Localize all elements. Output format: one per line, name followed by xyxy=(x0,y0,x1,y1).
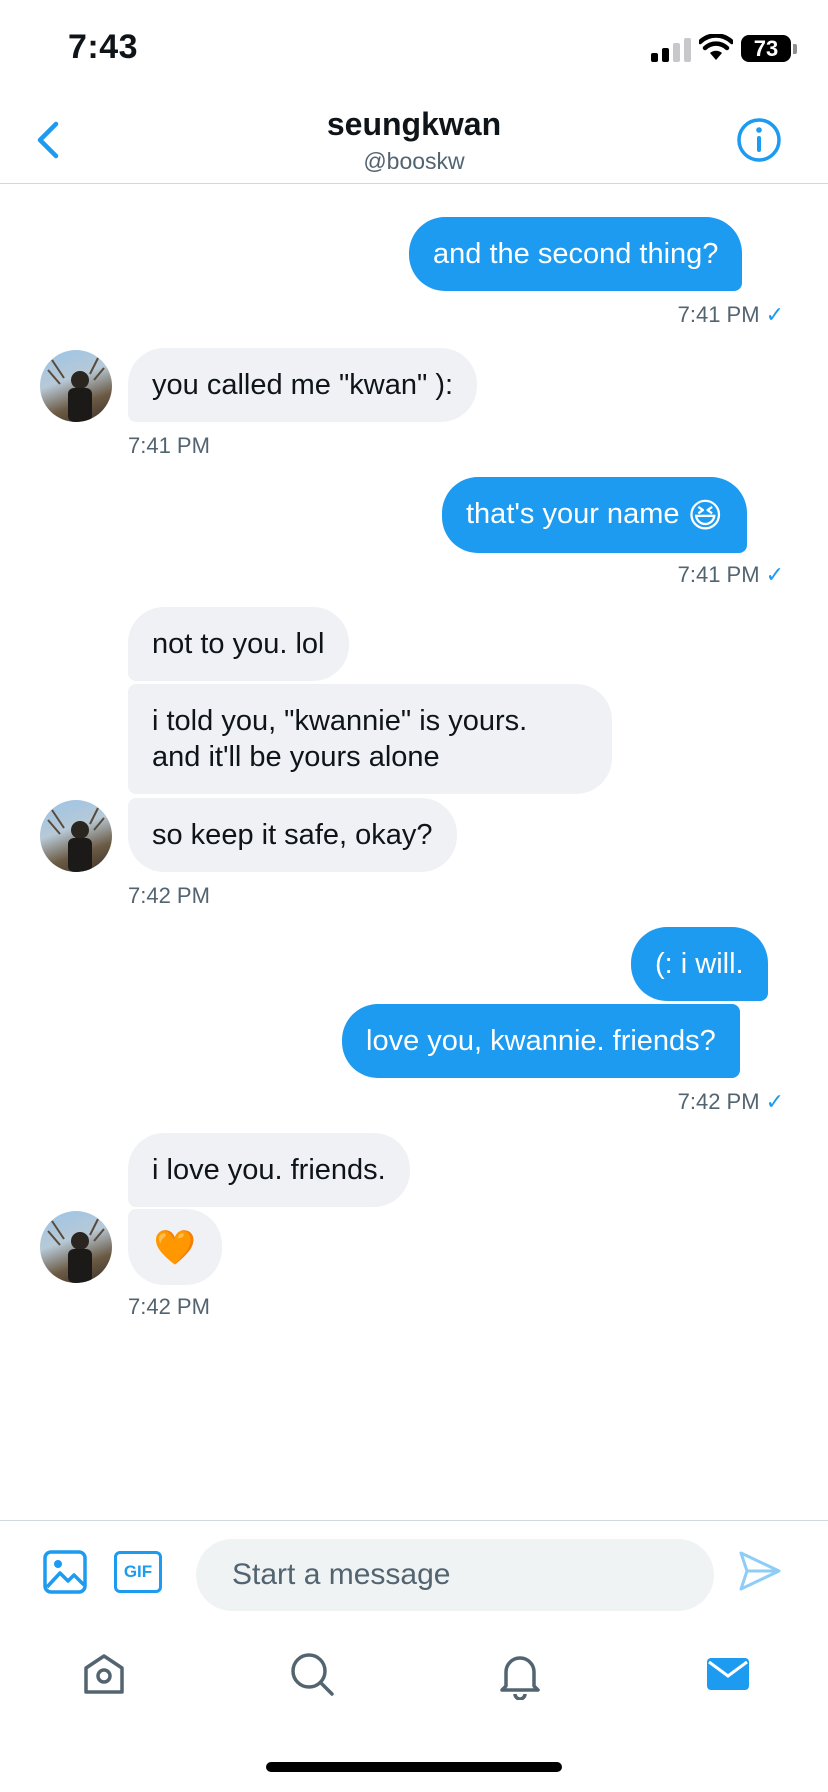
conversation-handle: @booskw xyxy=(363,148,465,174)
outgoing-message[interactable]: and the second thing? xyxy=(409,217,743,291)
read-check-icon: ✓ xyxy=(765,302,784,327)
incoming-message[interactable]: you called me "kwan" ): xyxy=(128,348,478,422)
home-indicator[interactable] xyxy=(266,1762,562,1772)
tab-bar xyxy=(0,1628,828,1718)
avatar-image xyxy=(47,807,105,872)
send-icon[interactable] xyxy=(738,1549,782,1593)
message-text: that's your name xyxy=(466,498,680,530)
gif-icon[interactable]: GIF xyxy=(114,1551,162,1593)
battery-icon: 73 xyxy=(741,35,791,62)
incoming-message[interactable]: not to you. lol xyxy=(128,607,349,681)
message-timestamp: 7:42 PM xyxy=(128,1294,210,1319)
avatar-image xyxy=(47,1218,105,1283)
battery-level: 73 xyxy=(753,35,779,61)
conversation-title[interactable]: seungkwan xyxy=(0,106,828,143)
timestamp-text: 7:41 PM xyxy=(677,302,760,327)
wifi-icon xyxy=(699,34,733,60)
home-icon[interactable] xyxy=(78,1648,130,1700)
conversation-header: seungkwan @booskw xyxy=(0,96,828,184)
message-line: i told you, "kwannie" is yours. xyxy=(152,705,528,737)
read-check-icon: ✓ xyxy=(765,562,784,587)
read-check-icon: ✓ xyxy=(765,1089,784,1114)
message-input[interactable] xyxy=(196,1539,714,1611)
incoming-message[interactable]: i love you. friends. xyxy=(128,1133,410,1207)
avatar[interactable] xyxy=(40,800,112,872)
laughing-emoji-icon: 😆 xyxy=(687,497,723,535)
message-timestamp: 7:42 PM ✓ xyxy=(678,1089,784,1115)
incoming-message[interactable]: i told you, "kwannie" is yours. and it'l… xyxy=(128,684,612,794)
outgoing-message[interactable]: that's your name 😆 xyxy=(442,477,747,553)
avatar[interactable] xyxy=(40,350,112,422)
cellular-signal-icon xyxy=(651,38,693,62)
message-line: and it'll be yours alone xyxy=(152,741,440,773)
outgoing-message[interactable]: (: i will. xyxy=(631,927,768,1001)
orange-heart-emoji-icon: 🧡 xyxy=(153,1229,197,1267)
image-icon[interactable] xyxy=(42,1549,88,1595)
status-time: 7:43 xyxy=(68,28,139,66)
message-timestamp: 7:41 PM xyxy=(128,433,210,458)
incoming-message[interactable]: 🧡 xyxy=(128,1209,222,1285)
avatar[interactable] xyxy=(40,1211,112,1283)
avatar-image xyxy=(47,357,105,422)
message-timestamp: 7:42 PM xyxy=(128,883,210,908)
timestamp-text: 7:41 PM xyxy=(677,562,760,587)
search-icon[interactable] xyxy=(286,1648,338,1700)
bell-icon[interactable] xyxy=(494,1648,546,1700)
status-bar: 7:43 73 xyxy=(0,0,828,96)
outgoing-message[interactable]: love you, kwannie. friends? xyxy=(342,1004,740,1078)
mail-icon[interactable] xyxy=(702,1648,754,1700)
battery-cap xyxy=(793,44,797,54)
message-timestamp: 7:41 PM ✓ xyxy=(678,302,784,328)
message-timestamp: 7:41 PM ✓ xyxy=(678,562,784,588)
compose-bar: GIF xyxy=(0,1520,828,1628)
info-circle-icon[interactable] xyxy=(735,116,783,164)
timestamp-text: 7:42 PM xyxy=(677,1089,760,1114)
incoming-message[interactable]: so keep it safe, okay? xyxy=(128,798,457,872)
